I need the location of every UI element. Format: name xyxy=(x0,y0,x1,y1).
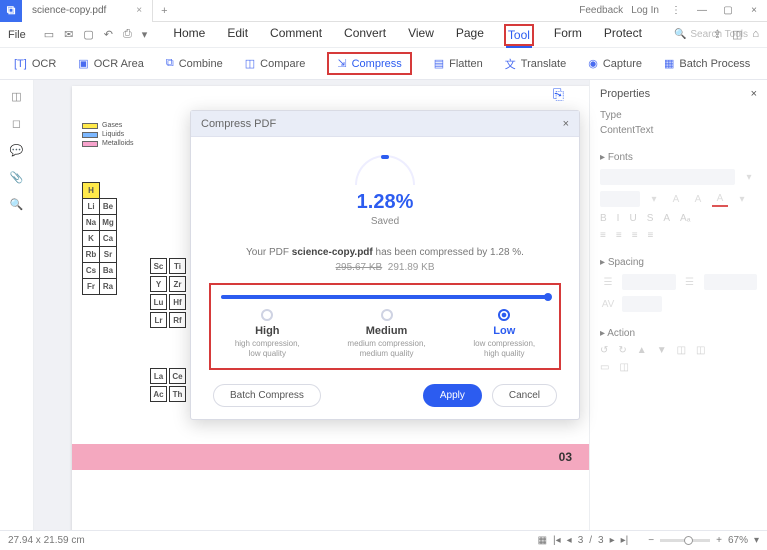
periodic-table-1: HLiBeNaMgKCaRbSrCsBaFrRa xyxy=(82,182,117,295)
properties-header: Properties xyxy=(600,88,650,100)
thumbnails-icon[interactable]: ◫ xyxy=(11,90,21,103)
type-label: Type xyxy=(600,110,757,121)
zoom-in-icon[interactable]: + xyxy=(716,535,722,546)
more-icon[interactable]: ⋮ xyxy=(667,2,685,20)
menu-convert[interactable]: Convert xyxy=(342,24,388,46)
prev-page-icon[interactable]: ◂ xyxy=(567,535,572,546)
percent-saved: 1.28% xyxy=(357,191,414,214)
dialog-close-icon[interactable]: × xyxy=(563,118,569,130)
compare-button[interactable]: ◫Compare xyxy=(245,57,306,70)
attachment-icon[interactable]: 📎 xyxy=(10,171,24,184)
compress-message: Your PDF science-copy.pdf has been compr… xyxy=(209,247,561,258)
document-tab[interactable]: science-copy.pdf × xyxy=(22,0,153,22)
print-icon[interactable]: ⎙ xyxy=(123,28,132,41)
app-icon: ⧉ xyxy=(0,0,22,22)
menu-tool[interactable]: Tool xyxy=(504,24,534,46)
chevron-down-icon[interactable]: ▾ xyxy=(142,28,148,41)
saved-label: Saved xyxy=(371,216,399,227)
zoom-value[interactable]: 67% xyxy=(728,535,748,546)
home-icon[interactable]: ⌂ xyxy=(752,28,759,41)
menu-edit[interactable]: Edit xyxy=(225,24,250,46)
gauge-icon xyxy=(355,155,415,185)
close-panel-icon[interactable]: × xyxy=(751,88,757,100)
search-icon: 🔍 xyxy=(674,29,686,40)
close-tab-icon[interactable]: × xyxy=(136,5,142,16)
first-page-icon[interactable]: |◂ xyxy=(553,535,561,546)
undo-icon[interactable]: ↶ xyxy=(104,28,113,41)
minimize-icon[interactable]: — xyxy=(693,2,711,20)
menu-page[interactable]: Page xyxy=(454,24,486,46)
toolbar: [T]OCR ▣OCR Area ⧉Combine ◫Compare ⇲Comp… xyxy=(0,48,767,80)
periodic-table-2: ScTiYZrLuHfLrRf xyxy=(148,256,188,330)
legend: Gases Liquids Metalloids xyxy=(82,122,134,149)
open-icon[interactable]: ▭ xyxy=(44,28,54,41)
close-window-icon[interactable]: × xyxy=(745,2,763,20)
menu-form[interactable]: Form xyxy=(552,24,584,46)
apply-button[interactable]: Apply xyxy=(423,384,482,407)
save-icon[interactable]: ▢ xyxy=(83,28,93,41)
dialog-title: Compress PDF xyxy=(201,118,276,130)
cloud-icon[interactable]: ◫ xyxy=(732,28,742,41)
file-menu[interactable]: File xyxy=(8,29,26,41)
last-page-icon[interactable]: ▸| xyxy=(621,535,629,546)
page-dimensions: 27.94 x 21.59 cm xyxy=(8,535,85,546)
compression-option-low[interactable]: Lowlow compression,high quality xyxy=(473,309,535,358)
menu-comment[interactable]: Comment xyxy=(268,24,324,46)
properties-panel: Properties× Type ContentText ▸ Fonts ▾ ▾… xyxy=(589,80,767,530)
comment-icon[interactable]: 💬 xyxy=(10,144,24,157)
size-comparison: 295.67 KB 291.89 KB xyxy=(209,262,561,273)
new-tab-button[interactable]: + xyxy=(153,5,175,17)
periodic-table-3: LaCeAcTh xyxy=(148,366,188,404)
marker-icon: ⎘ xyxy=(553,86,564,103)
tab-title: science-copy.pdf xyxy=(32,5,106,16)
capture-button[interactable]: ◉Capture xyxy=(588,57,642,70)
compression-slider[interactable] xyxy=(221,295,549,299)
cancel-button[interactable]: Cancel xyxy=(492,384,557,407)
page-navigator[interactable]: ▦ |◂ ◂ 3/3 ▸ ▸| xyxy=(538,535,629,546)
ocr-area-button[interactable]: ▣OCR Area xyxy=(78,57,144,70)
flatten-button[interactable]: ▤Flatten xyxy=(434,57,483,70)
page-footer-bar: 03 xyxy=(72,444,589,470)
content-label: ContentText xyxy=(600,125,757,136)
current-page[interactable]: 3 xyxy=(578,535,584,546)
zoom-out-icon[interactable]: − xyxy=(648,535,654,546)
menu-protect[interactable]: Protect xyxy=(602,24,644,46)
compress-button[interactable]: ⇲Compress xyxy=(327,52,411,75)
menubar: File ▭ ✉ ▢ ↶ ⎙ ▾ Home Edit Comment Convert V… xyxy=(0,22,767,48)
ocr-button[interactable]: [T]OCR xyxy=(14,58,56,70)
batch-process-button[interactable]: ▦Batch Process xyxy=(664,57,750,70)
feedback-link[interactable]: Feedback xyxy=(579,5,623,16)
combine-button[interactable]: ⧉Combine xyxy=(166,57,223,70)
compression-option-high[interactable]: Highhigh compression,low quality xyxy=(235,309,300,358)
translate-button[interactable]: 文Translate xyxy=(505,56,566,72)
total-pages: 3 xyxy=(598,535,604,546)
batch-compress-button[interactable]: Batch Compress xyxy=(213,384,321,407)
search-panel-icon[interactable]: 🔍 xyxy=(10,198,24,211)
compression-option-medium[interactable]: Mediummedium compression,medium quality xyxy=(347,309,425,358)
maximize-icon[interactable]: ▢ xyxy=(719,2,737,20)
mail-icon[interactable]: ✉ xyxy=(64,28,73,41)
page-display-icon[interactable]: ▦ xyxy=(538,535,547,546)
login-link[interactable]: Log In xyxy=(631,5,659,16)
compress-dialog: Compress PDF × 1.28% Saved Your PDF scie… xyxy=(190,110,580,420)
menu-home[interactable]: Home xyxy=(171,24,207,46)
titlebar: ⧉ science-copy.pdf × + Feedback Log In ⋮… xyxy=(0,0,767,22)
share-icon[interactable]: ⇪ xyxy=(713,28,722,41)
next-page-icon[interactable]: ▸ xyxy=(610,535,615,546)
menu-view[interactable]: View xyxy=(406,24,436,46)
left-sidebar: ◫ ◻ 💬 📎 🔍 xyxy=(0,80,34,530)
status-bar: 27.94 x 21.59 cm ▦ |◂ ◂ 3/3 ▸ ▸| − + 67%… xyxy=(0,530,767,550)
zoom-slider[interactable] xyxy=(660,539,710,542)
bookmark-icon[interactable]: ◻ xyxy=(12,117,21,130)
zoom-dropdown-icon[interactable]: ▾ xyxy=(754,535,759,546)
